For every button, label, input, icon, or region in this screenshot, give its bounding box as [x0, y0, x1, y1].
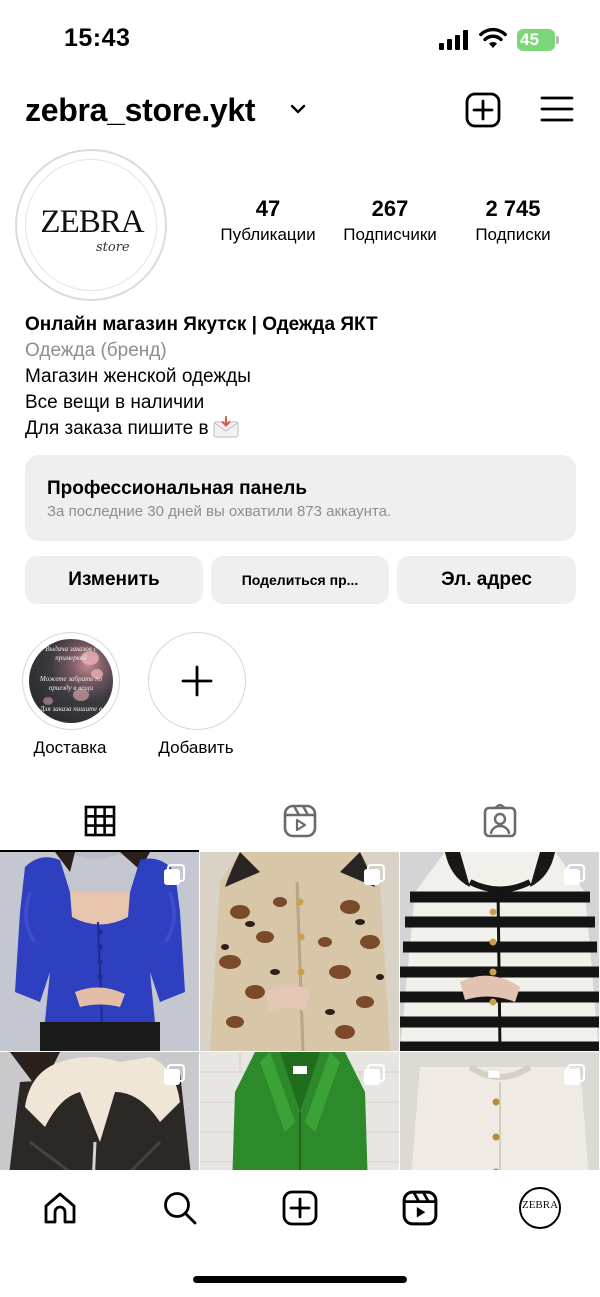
- battery-icon: 45: [517, 29, 559, 51]
- post-thumbnail[interactable]: [400, 1052, 599, 1170]
- stat-value: 2 745: [485, 196, 541, 221]
- status-time: 15:43: [64, 24, 131, 52]
- tab-reels[interactable]: [200, 790, 400, 852]
- profile-header: zebra_store.ykt: [0, 88, 600, 138]
- tab-tagged[interactable]: [400, 790, 600, 852]
- dashboard-subtitle: За последние 30 дней вы охватили 873 акк…: [47, 503, 392, 520]
- carousel-icon: [564, 864, 585, 885]
- tab-posts-grid[interactable]: [0, 790, 200, 852]
- cover-text: Выдача заказов с примеркой: [45, 645, 97, 662]
- bio-line-text: Для заказа пишите в: [25, 418, 209, 439]
- create-post-icon: [282, 1190, 318, 1226]
- bio-line-contact: Для заказа пишите в: [25, 416, 585, 442]
- status-bar: 15:43 45: [0, 0, 600, 80]
- chevron-down-icon[interactable]: [289, 102, 307, 116]
- stat-value: 47: [255, 196, 281, 221]
- share-profile-button[interactable]: Поделиться пр...: [211, 556, 389, 604]
- stat-label: Публикации: [220, 225, 316, 244]
- battery-level: 45: [520, 30, 539, 49]
- profile-bio: Онлайн магазин Якутск | Одежда ЯКТ Одежд…: [25, 312, 585, 442]
- post-thumbnail[interactable]: [0, 852, 199, 1051]
- stat-label: Подписчики: [343, 225, 437, 244]
- bio-line: Все вещи в наличии: [25, 392, 205, 413]
- stat-value: 267: [371, 196, 409, 221]
- home-indicator[interactable]: [193, 1276, 407, 1283]
- post-thumbnail[interactable]: [200, 1052, 399, 1170]
- plus-icon: [181, 665, 213, 697]
- post-thumbnail[interactable]: [200, 852, 399, 1051]
- nav-create[interactable]: [280, 1188, 320, 1228]
- grid-icon: [84, 805, 116, 837]
- profile-tabs: [0, 790, 600, 852]
- highlight-ring: Выдача заказов с примеркой Можете забрат…: [22, 632, 120, 730]
- envelope-arrow-icon: [213, 416, 239, 438]
- cover-text: Можете забрать по приезду в вещи: [39, 675, 103, 692]
- highlight-cover-image: Выдача заказов с примеркой Можете забрат…: [29, 639, 113, 723]
- carousel-icon: [164, 864, 185, 885]
- professional-dashboard[interactable]: Профессиональная панель За последние 30 …: [25, 455, 576, 541]
- carousel-icon: [364, 1064, 385, 1085]
- nav-reels[interactable]: [400, 1188, 440, 1228]
- logo-subtitle: store: [96, 240, 130, 255]
- logo-wordmark: ZEBRA: [40, 204, 144, 240]
- bio-line: Магазин женской одежды: [25, 366, 251, 387]
- profile-avatar[interactable]: ZEBRA store: [15, 149, 167, 301]
- highlight-label: Доставка: [33, 738, 107, 757]
- carousel-icon: [564, 1064, 585, 1085]
- avatar-logo: ZEBRA store: [25, 159, 157, 291]
- hamburger-menu-icon[interactable]: [540, 94, 574, 124]
- reels-icon: [402, 1190, 438, 1226]
- reels-icon: [283, 804, 317, 838]
- nav-search[interactable]: [160, 1188, 200, 1228]
- carousel-icon: [164, 1064, 185, 1085]
- bio-name: Онлайн магазин Якутск | Одежда ЯКТ: [25, 314, 378, 335]
- stat-label: Подписки: [475, 225, 551, 244]
- nav-profile-avatar[interactable]: ZEBRA: [519, 1187, 561, 1229]
- stat-followers[interactable]: 267 Подписчики: [325, 196, 455, 245]
- account-switcher[interactable]: zebra_store.ykt: [25, 92, 256, 129]
- new-highlight-circle: [148, 632, 246, 730]
- stat-posts[interactable]: 47 Публикации: [203, 196, 333, 245]
- nav-home[interactable]: [40, 1188, 80, 1228]
- highlight-label: Добавить: [158, 738, 234, 757]
- carousel-icon: [364, 864, 385, 885]
- bottom-navigation: ZEBRA: [0, 1170, 600, 1297]
- avatar-mini-logo: ZEBRA: [521, 1199, 559, 1211]
- edit-profile-button[interactable]: Изменить: [25, 556, 203, 604]
- stat-following[interactable]: 2 745 Подписки: [448, 196, 578, 245]
- email-button[interactable]: Эл. адрес: [397, 556, 576, 604]
- search-icon: [164, 1192, 197, 1225]
- wifi-icon: [479, 27, 507, 48]
- post-thumbnail[interactable]: [400, 852, 599, 1051]
- bio-category[interactable]: Одежда (бренд): [25, 338, 585, 364]
- post-thumbnail[interactable]: [0, 1052, 199, 1170]
- tagged-icon: [483, 804, 517, 838]
- create-post-icon[interactable]: [465, 92, 501, 128]
- home-icon: [44, 1192, 76, 1224]
- dashboard-title: Профессиональная панель: [47, 478, 308, 499]
- posts-grid: [0, 852, 600, 1170]
- cover-text: Для заказа пишите в: [39, 705, 103, 713]
- cellular-signal-icon: [439, 30, 468, 50]
